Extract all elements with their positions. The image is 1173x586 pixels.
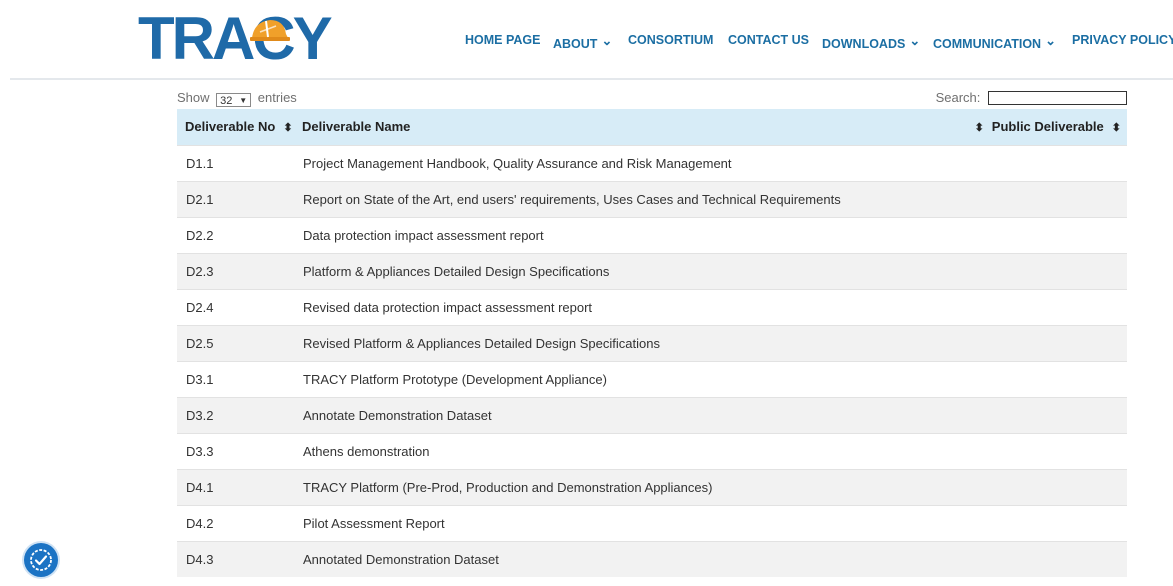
cell-deliverable-name: TRACY Platform (Pre-Prod, Production and… [294, 468, 963, 505]
entries-select[interactable]: 32 ▼ [216, 93, 252, 107]
nav-communication-label: COMMUNICATION [933, 37, 1042, 51]
cell-deliverable-no: D2.3 [177, 252, 294, 289]
deliverables-table: Deliverable No ⬍ Deliverable Name ⬍ Public… [177, 109, 1127, 577]
cell-deliverable-name: Annotate Demonstration Dataset [294, 396, 963, 433]
logo-hardhat-icon [250, 20, 290, 41]
search-input[interactable] [988, 91, 1127, 105]
cell-deliverable-no: D2.5 [177, 324, 294, 361]
cell-deliverable-no: D4.1 [177, 468, 294, 505]
table-row: D1.1 Project Management Handbook, Quality… [177, 144, 1127, 181]
chevron-down-icon: ⌄ [601, 33, 613, 48]
cell-deliverable-no: D2.1 [177, 180, 294, 217]
cell-deliverable-no: D3.2 [177, 396, 294, 433]
chevron-down-icon: ⌄ [1045, 33, 1056, 48]
header-divider [10, 78, 1173, 80]
logo-wordmark: TRACY [138, 5, 333, 72]
entries-label: entries [257, 90, 297, 105]
table-row: D2.1 Report on State of the Art, end user… [177, 180, 1127, 217]
entries-control: Show 32 ▼ entries [177, 90, 297, 107]
nav-downloads-label: DOWNLOADS [822, 37, 906, 51]
nav-home-label: HOME PAGE [465, 33, 541, 47]
show-label: Show [177, 90, 210, 105]
nav-consortium[interactable]: CONSORTIUM [628, 33, 713, 47]
cell-deliverable-no: D4.3 [177, 540, 294, 577]
site-header: TRACY HOME PAGE ABOUT ⌄ CONSORTIUM CONTAC… [0, 0, 1173, 78]
cell-deliverable-no: D2.4 [177, 288, 294, 325]
cell-deliverable-name: Data protection impact assessment report [294, 216, 963, 253]
table-row: D4.2 Pilot Assessment Report [177, 504, 1127, 541]
cell-deliverable-name: Annotated Demonstration Dataset [294, 540, 963, 577]
column-header-deliverable-no[interactable]: Deliverable No ⬍ [177, 109, 294, 145]
cell-public-deliverable [963, 396, 1127, 433]
nav-privacy-label: PRIVACY POLICY [1072, 33, 1173, 47]
accessibility-check-icon [30, 549, 52, 571]
chevron-down-icon: ▼ [239, 96, 248, 105]
cell-deliverable-name: Report on State of the Art, end users' r… [294, 180, 963, 217]
table-row: D2.5 Revised Platform & Appliances Detail… [177, 324, 1127, 361]
table-row: D4.3 Annotated Demonstration Dataset [177, 540, 1127, 577]
table-header-row: Deliverable No ⬍ Deliverable Name ⬍ Public… [177, 109, 1127, 145]
table-body: D1.1 Project Management Handbook, Quality… [177, 144, 1127, 577]
cell-public-deliverable [963, 432, 1127, 469]
column-header-label: Public Deliverable [991, 119, 1104, 135]
table-row: D3.2 Annotate Demonstration Dataset [177, 396, 1127, 433]
cell-deliverable-no: D4.2 [177, 504, 294, 541]
table-row: D2.3 Platform & Appliances Detailed Desig… [177, 252, 1127, 289]
search-label: Search: [935, 90, 981, 105]
cell-public-deliverable [963, 504, 1127, 541]
nav-communication[interactable]: COMMUNICATION ⌄ [933, 33, 1056, 51]
table-row: D2.4 Revised data protection impact asses… [177, 288, 1127, 325]
sort-icon: ⬍ [1111, 122, 1121, 135]
nav-about-label: ABOUT [553, 37, 598, 51]
cell-public-deliverable [963, 468, 1127, 505]
cell-deliverable-no: D3.1 [177, 360, 294, 397]
accessibility-button[interactable] [24, 543, 58, 577]
sort-icon: ⬍ [974, 122, 984, 135]
table-row: D2.2 Data protection impact assessment re… [177, 216, 1127, 253]
column-header-public-deliverable[interactable]: ⬍ Public Deliverable ⬍ [963, 109, 1127, 145]
column-header-deliverable-name[interactable]: Deliverable Name [294, 109, 963, 145]
table-row: D4.1 TRACY Platform (Pre-Prod, Production… [177, 468, 1127, 505]
nav-downloads[interactable]: DOWNLOADS ⌄ [822, 33, 920, 51]
cell-deliverable-name: TRACY Platform Prototype (Development Ap… [294, 360, 963, 397]
cell-public-deliverable [963, 540, 1127, 577]
cell-deliverable-no: D1.1 [177, 144, 294, 181]
table-row: D3.1 TRACY Platform Prototype (Developmen… [177, 360, 1127, 397]
nav-contact[interactable]: CONTACT US [728, 33, 809, 47]
cell-public-deliverable [963, 144, 1127, 181]
cell-deliverable-name: Project Management Handbook, Quality Ass… [294, 144, 963, 181]
table-controls: Show 32 ▼ entries Search: [177, 90, 1127, 108]
cell-public-deliverable [963, 252, 1127, 289]
cell-deliverable-name: Athens demonstration [294, 432, 963, 469]
cell-public-deliverable [963, 288, 1127, 325]
sort-icon: ⬍ [283, 122, 293, 135]
cell-deliverable-name: Revised Platform & Appliances Detailed D… [294, 324, 963, 361]
tracy-logo[interactable]: TRACY [138, 5, 333, 72]
nav-consortium-label: CONSORTIUM [628, 33, 714, 47]
nav-home[interactable]: HOME PAGE [465, 33, 540, 47]
entries-select-value: 32 [220, 95, 233, 107]
chevron-down-icon: ⌄ [909, 33, 921, 48]
nav-about[interactable]: ABOUT ⌄ [553, 33, 612, 51]
cell-deliverable-no: D2.2 [177, 216, 294, 253]
cell-deliverable-name: Pilot Assessment Report [294, 504, 963, 541]
cell-deliverable-name: Revised data protection impact assessmen… [294, 288, 963, 325]
column-header-label: Deliverable No [185, 119, 276, 135]
cell-public-deliverable [963, 324, 1127, 361]
search-control: Search: [936, 90, 1127, 105]
cell-public-deliverable [963, 216, 1127, 253]
nav-privacy[interactable]: PRIVACY POLICY [1072, 33, 1173, 47]
cell-public-deliverable [963, 360, 1127, 397]
cell-deliverable-name: Platform & Appliances Detailed Design Sp… [294, 252, 963, 289]
column-header-label: Deliverable Name [302, 119, 411, 135]
nav-contact-label: CONTACT US [728, 33, 810, 47]
table-row: D3.3 Athens demonstration [177, 432, 1127, 469]
cell-public-deliverable [963, 180, 1127, 217]
cell-deliverable-no: D3.3 [177, 432, 294, 469]
